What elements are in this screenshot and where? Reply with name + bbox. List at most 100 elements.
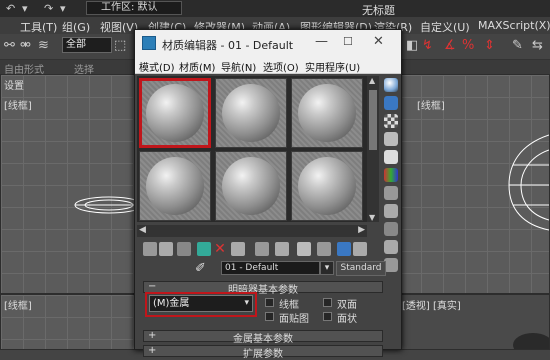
- viewport-top-right[interactable]: [线框]: [398, 74, 550, 294]
- chevron-down-icon[interactable]: ▾: [320, 261, 334, 275]
- angle-snap-icon[interactable]: ∡: [444, 38, 456, 53]
- backlight-icon[interactable]: [384, 96, 398, 110]
- select-by-material-icon[interactable]: [384, 204, 398, 218]
- sample-uv-tiling-icon[interactable]: [384, 132, 398, 146]
- delete-icon[interactable]: ✕: [213, 242, 227, 256]
- menu-customize[interactable]: 自定义(U): [420, 19, 470, 35]
- align-icon[interactable]: ◧: [406, 38, 418, 53]
- rollout-metal-basic[interactable]: + 金属基本参数: [143, 330, 383, 345]
- spinner-snap-icon[interactable]: ⇕: [484, 38, 495, 53]
- viewport-label[interactable]: [线框]: [4, 97, 32, 112]
- viewport-label[interactable]: [透视] [真实]: [402, 297, 461, 312]
- menu-material[interactable]: 材质(M): [179, 59, 215, 74]
- bind-spacewarp-icon[interactable]: ≋: [38, 38, 49, 53]
- chevron-down-icon[interactable]: ▾: [244, 296, 249, 311]
- material-id-channel-icon[interactable]: [275, 242, 289, 256]
- dropdown-icon[interactable]: ▾: [22, 2, 28, 15]
- slots-h-scrollbar[interactable]: ◀ ▶: [137, 225, 367, 237]
- sample-slots: [137, 76, 367, 222]
- menu-views[interactable]: 视图(V): [100, 19, 138, 35]
- edit-named-selection-icon[interactable]: ✎: [512, 38, 523, 53]
- viewport-bottom-right[interactable]: [透视] [真实]: [398, 294, 550, 350]
- sample-slot[interactable]: [291, 151, 363, 221]
- options-icon[interactable]: [384, 186, 398, 200]
- redo-icon[interactable]: ↷: [44, 2, 53, 15]
- get-material-icon[interactable]: [143, 242, 157, 256]
- sample-slot[interactable]: [139, 151, 211, 221]
- app-titlebar: ↶ ▾ ↷ ▾ 工作区: 默认 无标题: [0, 0, 550, 17]
- selection-filter[interactable]: 全部: [62, 37, 112, 53]
- sample-slot[interactable]: [215, 151, 287, 221]
- sample-type-icon[interactable]: [384, 78, 398, 92]
- slots-scrollbar[interactable]: ▲ ▼: [367, 76, 379, 222]
- minimize-icon[interactable]: —: [315, 34, 328, 49]
- sample-slot[interactable]: [291, 78, 363, 148]
- viewport-label[interactable]: 设置: [4, 77, 24, 92]
- show-map-in-viewport-icon[interactable]: [297, 242, 311, 256]
- material-tool-icon[interactable]: [384, 258, 398, 272]
- faceted-checkbox[interactable]: [323, 312, 332, 321]
- scroll-left-icon[interactable]: ◀: [139, 225, 146, 235]
- teapot-shaded: [513, 333, 549, 349]
- workspace-select[interactable]: 工作区: 默认: [86, 1, 182, 15]
- viewport-label[interactable]: [线框]: [417, 97, 445, 112]
- menu-tools[interactable]: 工具(T): [20, 19, 57, 35]
- menu-modes[interactable]: 模式(D): [139, 59, 175, 74]
- go-forward-sibling-icon[interactable]: [353, 242, 367, 256]
- material-editor-icon: [142, 36, 156, 50]
- menu-group[interactable]: 组(G): [62, 19, 90, 35]
- reset-map-icon[interactable]: [197, 242, 211, 256]
- shader-select[interactable]: (M)金属 ▾: [149, 295, 253, 312]
- material-editor-title: 材质编辑器 - 01 - Default: [162, 39, 294, 52]
- material-map-navigator-icon[interactable]: [384, 222, 398, 236]
- faceted-label: 面状: [337, 314, 357, 325]
- material-editor-menubar: 模式(D) 材质(M) 导航(N) 选项(O) 实用程序(U): [135, 57, 401, 74]
- material-sphere: [298, 157, 356, 215]
- select-object-icon[interactable]: ⬚: [114, 38, 126, 53]
- scroll-right-icon[interactable]: ▶: [358, 225, 365, 235]
- dropdown-icon[interactable]: ▾: [60, 2, 66, 15]
- unlink-icon[interactable]: ⚮: [20, 38, 31, 53]
- menu-utilities[interactable]: 实用程序(U): [305, 59, 360, 74]
- menu-maxscript[interactable]: MAXScript(X): [478, 19, 550, 32]
- side-toolbar: [381, 76, 401, 276]
- sample-slot-settings-icon[interactable]: [384, 240, 398, 254]
- make-unique-icon[interactable]: [231, 242, 245, 256]
- close-icon[interactable]: ✕: [373, 34, 384, 49]
- mirror-icon[interactable]: ⇆: [532, 38, 543, 53]
- percent-snap-icon[interactable]: %: [462, 38, 474, 53]
- scroll-thumb[interactable]: [369, 90, 377, 150]
- show-end-result-icon[interactable]: [317, 242, 331, 256]
- video-color-check-icon[interactable]: [384, 150, 398, 164]
- maximize-icon[interactable]: ☐: [343, 35, 353, 48]
- material-type-button[interactable]: Standard: [336, 261, 386, 276]
- link-icon[interactable]: ⚯: [4, 38, 15, 53]
- face-map-checkbox[interactable]: [265, 312, 274, 321]
- menu-options[interactable]: 选项(O): [263, 59, 299, 74]
- put-to-scene-icon[interactable]: [159, 242, 173, 256]
- put-to-library-icon[interactable]: [255, 242, 269, 256]
- rollout-extended[interactable]: + 扩展参数: [143, 345, 383, 360]
- sample-slot[interactable]: [215, 78, 287, 148]
- pick-material-icon[interactable]: ✐: [195, 261, 206, 276]
- material-sphere: [298, 84, 356, 142]
- sample-slot[interactable]: [139, 78, 211, 148]
- background-icon[interactable]: [384, 114, 398, 128]
- two-sided-label: 双面: [337, 300, 357, 311]
- wire-checkbox[interactable]: [265, 298, 274, 307]
- face-map-label: 面贴图: [279, 314, 309, 325]
- viewport-label[interactable]: [线框]: [4, 297, 32, 312]
- snap-toggle-icon[interactable]: ↯: [422, 38, 433, 53]
- make-preview-icon[interactable]: [384, 168, 398, 182]
- material-name-field[interactable]: 01 - Default: [221, 261, 320, 275]
- scroll-up-icon[interactable]: ▲: [369, 76, 375, 85]
- menu-navigation[interactable]: 导航(N): [221, 59, 256, 74]
- go-to-parent-icon[interactable]: [337, 242, 351, 256]
- material-editor-titlebar[interactable]: 材质编辑器 - 01 - Default — ☐ ✕: [135, 30, 401, 57]
- scroll-down-icon[interactable]: ▼: [369, 213, 375, 222]
- undo-icon[interactable]: ↶: [6, 2, 15, 15]
- assign-material-icon[interactable]: [177, 242, 191, 256]
- wire-label: 线框: [279, 300, 299, 311]
- two-sided-checkbox[interactable]: [323, 298, 332, 307]
- material-sphere: [146, 84, 204, 142]
